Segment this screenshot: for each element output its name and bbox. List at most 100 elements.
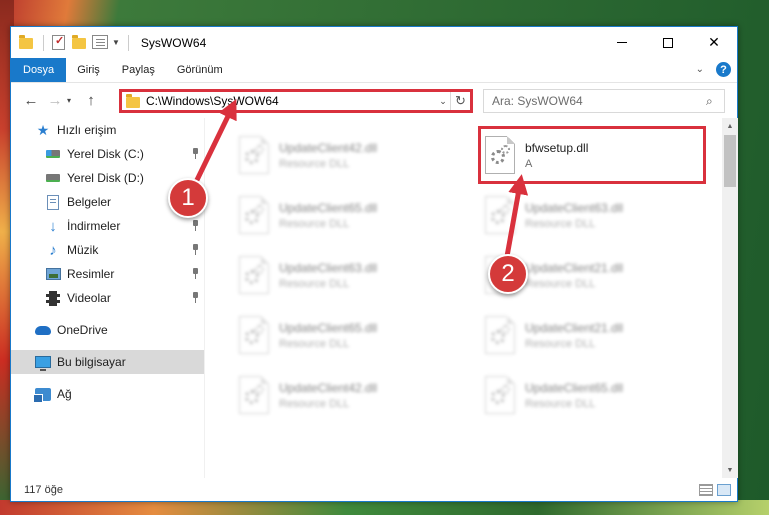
- dll-file-icon: [239, 316, 269, 354]
- minimize-button[interactable]: [599, 27, 645, 58]
- sidebar-item-network[interactable]: Ağ: [11, 382, 204, 406]
- item-count: 117 öğe: [24, 484, 63, 496]
- sidebar-item-label: Hızlı erişim: [57, 123, 117, 137]
- ribbon-tabs: Dosya Giriş Paylaş Görünüm ⌄ ?: [11, 58, 737, 82]
- sidebar-item-label: OneDrive: [57, 323, 108, 337]
- sidebar-item-label: Bu bilgisayar: [57, 355, 126, 369]
- file-type: Resource DLL: [525, 277, 596, 290]
- sidebar-item-label: İndirmeler: [67, 219, 121, 233]
- large-icons-view-icon[interactable]: [717, 484, 731, 496]
- star-icon: ★: [36, 121, 50, 138]
- videos-icon: [45, 290, 61, 306]
- list-item[interactable]: UpdateClient42.dll Resource DLL: [235, 368, 463, 422]
- address-bar[interactable]: C:\Windows\SysWOW64 ⌄ ↻: [119, 89, 473, 113]
- up-arrow-icon: ↑: [87, 92, 95, 109]
- list-item[interactable]: UpdateClient63.dll Resource DLL: [235, 248, 463, 302]
- back-button[interactable]: ←: [19, 89, 43, 113]
- address-history-chevron-icon[interactable]: ⌄: [436, 96, 450, 107]
- annotation-highlight-box: [478, 126, 706, 184]
- title-bar: ▼ SysWOW64 ✕: [11, 27, 737, 58]
- sidebar-item-pictures[interactable]: Resimler: [11, 262, 204, 286]
- search-input[interactable]: [484, 94, 706, 108]
- expand-ribbon-chevron-icon[interactable]: ⌄: [696, 64, 704, 75]
- scroll-up-arrow-icon[interactable]: ▲: [722, 118, 738, 134]
- address-path[interactable]: C:\Windows\SysWOW64: [146, 94, 436, 108]
- view-toggles: [699, 484, 731, 496]
- file-type: Resource DLL: [525, 397, 596, 410]
- network-icon: [33, 386, 51, 403]
- folder-icon: [126, 93, 140, 108]
- pin-icon[interactable]: [191, 148, 200, 159]
- pin-icon[interactable]: [191, 268, 200, 279]
- sidebar-item-label: Resimler: [67, 267, 115, 281]
- forward-button[interactable]: →: [43, 89, 67, 113]
- vertical-scrollbar[interactable]: ▲ ▼: [722, 118, 738, 478]
- tab-giris[interactable]: Giriş: [66, 58, 111, 82]
- sidebar-item-downloads[interactable]: ↓ İndirmeler: [11, 214, 204, 238]
- divider: [127, 34, 129, 51]
- dll-file-icon: [239, 136, 269, 174]
- dll-file-icon: [485, 316, 515, 354]
- window-title: SysWOW64: [140, 35, 207, 50]
- up-button[interactable]: ↑: [79, 89, 103, 113]
- help-icon[interactable]: ?: [716, 62, 731, 77]
- search-icon[interactable]: ⌕: [706, 94, 724, 109]
- search-box[interactable]: ⌕: [483, 89, 725, 113]
- file-name: UpdateClient65.dll: [279, 320, 378, 335]
- sidebar-item-videos[interactable]: Videolar: [11, 286, 204, 310]
- close-button[interactable]: ✕: [691, 27, 737, 58]
- properties-icon[interactable]: [52, 34, 68, 51]
- customize-quick-access-chevron-icon[interactable]: ▼: [112, 38, 120, 47]
- sidebar-item-onedrive[interactable]: OneDrive: [11, 318, 204, 342]
- quick-access-toolbar: ▼: [19, 34, 133, 51]
- sidebar-item-label: Ağ: [57, 387, 72, 401]
- recent-locations-chevron-icon[interactable]: ▾: [67, 96, 79, 105]
- details-view-icon[interactable]: [699, 484, 713, 496]
- file-list: UpdateClient42.dll Resource DLL UpdateCli…: [205, 118, 722, 478]
- file-type: Resource DLL: [525, 217, 596, 230]
- tab-paylas[interactable]: Paylaş: [111, 58, 166, 82]
- annotation-marker-one: 1: [168, 178, 208, 218]
- file-name: UpdateClient42.dll: [279, 140, 378, 155]
- pin-icon[interactable]: [191, 244, 200, 255]
- file-type: Resource DLL: [279, 337, 350, 350]
- list-item[interactable]: UpdateClient42.dll Resource DLL: [235, 128, 463, 182]
- forward-arrow-icon: →: [47, 92, 63, 109]
- maximize-button[interactable]: [645, 27, 691, 58]
- sidebar-item-label: Yerel Disk (D:): [67, 171, 144, 185]
- tab-dosya[interactable]: Dosya: [11, 58, 67, 82]
- sidebar-item-local-disk-c[interactable]: Yerel Disk (C:): [11, 142, 204, 166]
- list-item[interactable]: UpdateClient65.dll Resource DLL: [235, 308, 463, 362]
- list-item[interactable]: UpdateClient65.dll Resource DLL: [235, 188, 463, 242]
- dll-file-icon: [239, 196, 269, 234]
- sidebar-item-label: Müzik: [67, 243, 99, 257]
- pin-icon[interactable]: [191, 220, 200, 231]
- scroll-down-arrow-icon[interactable]: ▼: [722, 462, 738, 478]
- new-folder-icon[interactable]: [72, 34, 88, 51]
- dll-file-icon: [485, 376, 515, 414]
- view-options-icon[interactable]: [92, 34, 108, 51]
- sidebar-item-this-pc[interactable]: Bu bilgisayar: [11, 350, 204, 374]
- file-name: UpdateClient42.dll: [279, 380, 378, 395]
- maximize-icon: [663, 37, 673, 48]
- sidebar-item-quick-access[interactable]: ★ Hızlı erişim: [11, 118, 204, 142]
- ribbon-right-controls: ⌄ ?: [696, 62, 731, 77]
- tab-gorunum[interactable]: Görünüm: [166, 58, 234, 82]
- desktop-background-bottom: [0, 500, 769, 515]
- list-item[interactable]: UpdateClient65.dll Resource DLL: [481, 368, 709, 422]
- folder-icon: [19, 34, 35, 51]
- list-item[interactable]: UpdateClient63.dll Resource DLL: [481, 188, 709, 242]
- scroll-thumb[interactable]: [724, 135, 736, 187]
- refresh-icon[interactable]: ↻: [450, 92, 470, 110]
- pin-icon[interactable]: [191, 292, 200, 303]
- file-name: UpdateClient21.dll: [525, 260, 624, 275]
- sidebar-item-music[interactable]: ♪ Müzik: [11, 238, 204, 262]
- status-bar: 117 öğe: [11, 478, 737, 502]
- drive-c-icon: [45, 146, 61, 162]
- back-arrow-icon: ←: [23, 92, 39, 109]
- file-name: UpdateClient65.dll: [279, 200, 378, 215]
- window-controls: ✕: [599, 27, 737, 58]
- list-item[interactable]: UpdateClient21.dll Resource DLL: [481, 308, 709, 362]
- file-name: UpdateClient63.dll: [279, 260, 378, 275]
- onedrive-icon: [35, 322, 51, 338]
